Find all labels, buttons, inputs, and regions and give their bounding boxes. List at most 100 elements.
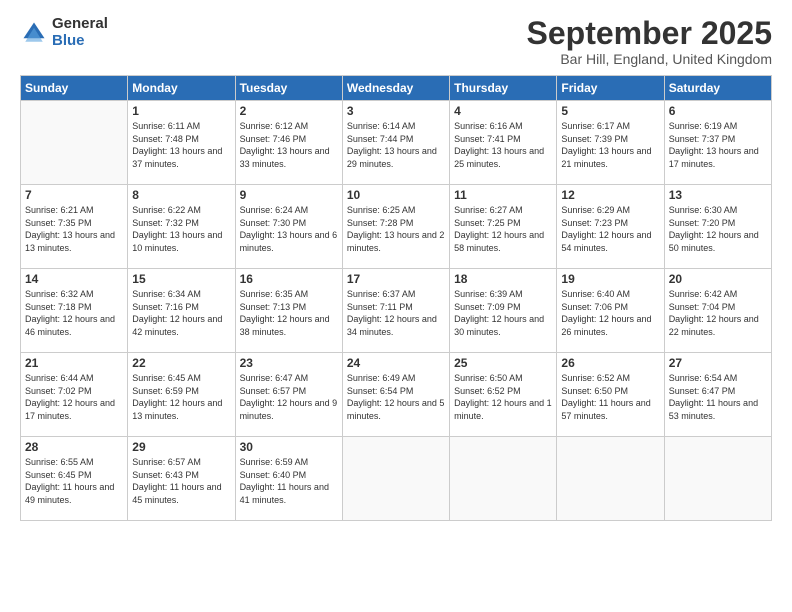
sunrise-text: Sunrise: 6:40 AM (561, 288, 659, 301)
day-number: 5 (561, 104, 659, 118)
daylight-text: Daylight: 12 hours and 58 minutes. (454, 229, 552, 254)
title-block: September 2025 Bar Hill, England, United… (527, 16, 772, 67)
cell-info: Sunrise: 6:45 AM Sunset: 6:59 PM Dayligh… (132, 372, 230, 422)
page: General Blue September 2025 Bar Hill, En… (0, 0, 792, 612)
cell-info: Sunrise: 6:25 AM Sunset: 7:28 PM Dayligh… (347, 204, 445, 254)
daylight-text: Daylight: 12 hours and 30 minutes. (454, 313, 552, 338)
day-number: 15 (132, 272, 230, 286)
sunrise-text: Sunrise: 6:21 AM (25, 204, 123, 217)
sunset-text: Sunset: 6:54 PM (347, 385, 445, 398)
calendar-header-row: Sunday Monday Tuesday Wednesday Thursday… (21, 76, 772, 101)
daylight-text: Daylight: 11 hours and 49 minutes. (25, 481, 123, 506)
logo-blue: Blue (52, 33, 108, 50)
sunset-text: Sunset: 7:06 PM (561, 301, 659, 314)
sunrise-text: Sunrise: 6:49 AM (347, 372, 445, 385)
daylight-text: Daylight: 11 hours and 41 minutes. (240, 481, 338, 506)
header-tuesday: Tuesday (235, 76, 342, 101)
calendar-week-row: 21 Sunrise: 6:44 AM Sunset: 7:02 PM Dayl… (21, 353, 772, 437)
cell-info: Sunrise: 6:32 AM Sunset: 7:18 PM Dayligh… (25, 288, 123, 338)
day-number: 14 (25, 272, 123, 286)
day-number: 9 (240, 188, 338, 202)
daylight-text: Daylight: 12 hours and 13 minutes. (132, 397, 230, 422)
table-row: 15 Sunrise: 6:34 AM Sunset: 7:16 PM Dayl… (128, 269, 235, 353)
daylight-text: Daylight: 13 hours and 2 minutes. (347, 229, 445, 254)
table-row: 16 Sunrise: 6:35 AM Sunset: 7:13 PM Dayl… (235, 269, 342, 353)
logo-text: General Blue (52, 16, 108, 49)
sunset-text: Sunset: 7:18 PM (25, 301, 123, 314)
logo-icon (20, 19, 48, 47)
calendar-week-row: 14 Sunrise: 6:32 AM Sunset: 7:18 PM Dayl… (21, 269, 772, 353)
sunrise-text: Sunrise: 6:32 AM (25, 288, 123, 301)
daylight-text: Daylight: 12 hours and 9 minutes. (240, 397, 338, 422)
table-row: 23 Sunrise: 6:47 AM Sunset: 6:57 PM Dayl… (235, 353, 342, 437)
sunset-text: Sunset: 6:59 PM (132, 385, 230, 398)
cell-info: Sunrise: 6:39 AM Sunset: 7:09 PM Dayligh… (454, 288, 552, 338)
header-sunday: Sunday (21, 76, 128, 101)
sunrise-text: Sunrise: 6:34 AM (132, 288, 230, 301)
header-friday: Friday (557, 76, 664, 101)
cell-info: Sunrise: 6:24 AM Sunset: 7:30 PM Dayligh… (240, 204, 338, 254)
sunrise-text: Sunrise: 6:24 AM (240, 204, 338, 217)
table-row: 14 Sunrise: 6:32 AM Sunset: 7:18 PM Dayl… (21, 269, 128, 353)
cell-info: Sunrise: 6:11 AM Sunset: 7:48 PM Dayligh… (132, 120, 230, 170)
cell-info: Sunrise: 6:50 AM Sunset: 6:52 PM Dayligh… (454, 372, 552, 422)
sunrise-text: Sunrise: 6:44 AM (25, 372, 123, 385)
cell-info: Sunrise: 6:12 AM Sunset: 7:46 PM Dayligh… (240, 120, 338, 170)
table-row: 1 Sunrise: 6:11 AM Sunset: 7:48 PM Dayli… (128, 101, 235, 185)
table-row: 18 Sunrise: 6:39 AM Sunset: 7:09 PM Dayl… (450, 269, 557, 353)
sunrise-text: Sunrise: 6:54 AM (669, 372, 767, 385)
table-row: 4 Sunrise: 6:16 AM Sunset: 7:41 PM Dayli… (450, 101, 557, 185)
sunset-text: Sunset: 7:23 PM (561, 217, 659, 230)
day-number: 21 (25, 356, 123, 370)
sunset-text: Sunset: 6:50 PM (561, 385, 659, 398)
daylight-text: Daylight: 13 hours and 17 minutes. (669, 145, 767, 170)
sunset-text: Sunset: 7:46 PM (240, 133, 338, 146)
cell-info: Sunrise: 6:22 AM Sunset: 7:32 PM Dayligh… (132, 204, 230, 254)
day-number: 22 (132, 356, 230, 370)
table-row: 5 Sunrise: 6:17 AM Sunset: 7:39 PM Dayli… (557, 101, 664, 185)
calendar-week-row: 28 Sunrise: 6:55 AM Sunset: 6:45 PM Dayl… (21, 437, 772, 521)
daylight-text: Daylight: 12 hours and 38 minutes. (240, 313, 338, 338)
day-number: 30 (240, 440, 338, 454)
sunrise-text: Sunrise: 6:59 AM (240, 456, 338, 469)
table-row: 12 Sunrise: 6:29 AM Sunset: 7:23 PM Dayl… (557, 185, 664, 269)
sunset-text: Sunset: 7:48 PM (132, 133, 230, 146)
sunrise-text: Sunrise: 6:35 AM (240, 288, 338, 301)
logo-general: General (52, 16, 108, 33)
sunset-text: Sunset: 6:40 PM (240, 469, 338, 482)
sunrise-text: Sunrise: 6:14 AM (347, 120, 445, 133)
cell-info: Sunrise: 6:27 AM Sunset: 7:25 PM Dayligh… (454, 204, 552, 254)
day-number: 19 (561, 272, 659, 286)
daylight-text: Daylight: 12 hours and 50 minutes. (669, 229, 767, 254)
daylight-text: Daylight: 12 hours and 5 minutes. (347, 397, 445, 422)
daylight-text: Daylight: 11 hours and 57 minutes. (561, 397, 659, 422)
header-thursday: Thursday (450, 76, 557, 101)
daylight-text: Daylight: 12 hours and 22 minutes. (669, 313, 767, 338)
sunset-text: Sunset: 7:25 PM (454, 217, 552, 230)
sunrise-text: Sunrise: 6:42 AM (669, 288, 767, 301)
daylight-text: Daylight: 13 hours and 37 minutes. (132, 145, 230, 170)
cell-info: Sunrise: 6:35 AM Sunset: 7:13 PM Dayligh… (240, 288, 338, 338)
day-number: 24 (347, 356, 445, 370)
daylight-text: Daylight: 13 hours and 33 minutes. (240, 145, 338, 170)
table-row: 2 Sunrise: 6:12 AM Sunset: 7:46 PM Dayli… (235, 101, 342, 185)
sunrise-text: Sunrise: 6:29 AM (561, 204, 659, 217)
day-number: 2 (240, 104, 338, 118)
sunrise-text: Sunrise: 6:47 AM (240, 372, 338, 385)
table-row: 20 Sunrise: 6:42 AM Sunset: 7:04 PM Dayl… (664, 269, 771, 353)
table-row (450, 437, 557, 521)
daylight-text: Daylight: 12 hours and 17 minutes. (25, 397, 123, 422)
daylight-text: Daylight: 12 hours and 42 minutes. (132, 313, 230, 338)
sunrise-text: Sunrise: 6:55 AM (25, 456, 123, 469)
cell-info: Sunrise: 6:21 AM Sunset: 7:35 PM Dayligh… (25, 204, 123, 254)
sunrise-text: Sunrise: 6:12 AM (240, 120, 338, 133)
calendar-table: Sunday Monday Tuesday Wednesday Thursday… (20, 75, 772, 521)
day-number: 1 (132, 104, 230, 118)
table-row: 27 Sunrise: 6:54 AM Sunset: 6:47 PM Dayl… (664, 353, 771, 437)
daylight-text: Daylight: 11 hours and 45 minutes. (132, 481, 230, 506)
table-row: 11 Sunrise: 6:27 AM Sunset: 7:25 PM Dayl… (450, 185, 557, 269)
sunset-text: Sunset: 7:35 PM (25, 217, 123, 230)
day-number: 18 (454, 272, 552, 286)
day-number: 29 (132, 440, 230, 454)
sunset-text: Sunset: 6:57 PM (240, 385, 338, 398)
